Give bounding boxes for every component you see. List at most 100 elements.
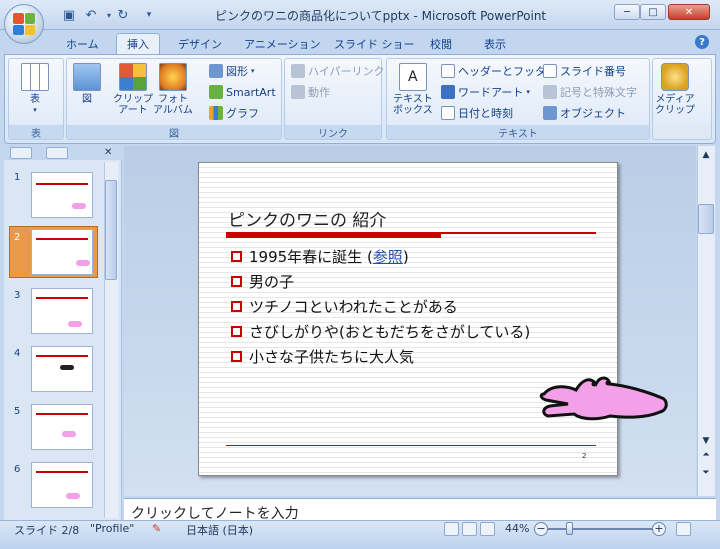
table-button[interactable]: 表 ▾ — [21, 63, 49, 116]
bullet-text: 男の子 — [249, 273, 295, 291]
photo-album-icon — [158, 63, 187, 91]
fit-to-window-button[interactable] — [676, 522, 691, 536]
shapes-button[interactable]: 図形 ▾ — [209, 61, 255, 81]
bullet-box-icon — [231, 326, 242, 337]
smartart-button[interactable]: SmartArt — [209, 82, 276, 102]
slide-thumbnail-6[interactable] — [31, 462, 93, 508]
office-button[interactable] — [4, 4, 44, 44]
outline-tab[interactable] — [46, 147, 68, 159]
slide-thumbnail-4[interactable] — [31, 346, 93, 392]
minimize-button[interactable]: ─ — [614, 4, 640, 20]
picture-button[interactable]: 図 — [73, 63, 101, 105]
slide-page-number: 2 — [582, 452, 587, 460]
tab-slideshow[interactable]: スライド ショー — [324, 33, 425, 54]
shapes-icon — [209, 64, 223, 78]
datetime-label: 日付と時刻 — [458, 107, 513, 120]
thumbnail-number: 5 — [14, 406, 21, 417]
spellcheck-icon[interactable]: ✎ — [152, 522, 161, 535]
photo-album-label-1: フォト — [157, 94, 188, 105]
text-group-label: テキスト — [387, 125, 649, 140]
table-icon — [21, 63, 49, 91]
bullet-box-icon — [231, 351, 242, 362]
language-indicator[interactable]: 日本語 (日本) — [186, 522, 253, 538]
clipart-label-1: クリップ — [113, 94, 153, 105]
slide-thumbnail-3[interactable] — [31, 288, 93, 334]
thumbnail-scrollbar-thumb[interactable] — [105, 180, 117, 280]
link-group: ハイパーリンク 動作 リンク — [284, 58, 385, 140]
tab-home[interactable]: ホーム — [56, 33, 109, 54]
table-button-label: 表 — [30, 94, 40, 105]
header-footer-button[interactable]: ヘッダーとフッター — [441, 61, 557, 81]
bullet-item[interactable]: ツチノコといわれたことがある — [231, 296, 458, 317]
hyperlink-label: ハイパーリンク — [308, 65, 385, 78]
bullet-item[interactable]: 小さな子供たちに大人気 — [231, 346, 414, 367]
table-group: 表 ▾ 表 — [8, 58, 64, 140]
zoom-in-button[interactable]: + — [652, 522, 666, 536]
hyperlink-icon — [291, 64, 305, 78]
tab-view[interactable]: 表示 — [474, 33, 516, 54]
slides-tab[interactable] — [10, 147, 32, 159]
action-label: 動作 — [308, 86, 330, 99]
zoom-slider-thumb[interactable] — [566, 522, 573, 535]
photo-album-button[interactable]: フォト アルバム — [153, 63, 193, 116]
clipart-button[interactable]: クリップ アート — [113, 63, 153, 116]
close-panel-icon[interactable]: ✕ — [104, 147, 112, 158]
help-icon[interactable]: ? — [695, 35, 709, 49]
close-button[interactable]: ✕ — [668, 4, 710, 20]
clipart-icon — [119, 63, 147, 91]
datetime-button[interactable]: 日付と時刻 — [441, 103, 513, 123]
symbol-label: 記号と特殊文字 — [560, 86, 637, 99]
link-group-label: リンク — [285, 125, 381, 140]
customize-toolbar-icon[interactable]: ▾ — [140, 6, 158, 24]
illustration-group-label: 図 — [67, 125, 281, 140]
zoom-slider[interactable] — [548, 528, 658, 530]
thumbnail-number: 3 — [14, 290, 21, 301]
window-title: ピンクのワニの商品化についてpptx - Microsoft PowerPoin… — [215, 9, 547, 23]
symbol-button[interactable]: 記号と特殊文字 — [543, 82, 637, 102]
pink-crocodile-image[interactable] — [538, 370, 672, 426]
picture-label: 図 — [82, 94, 92, 105]
scroll-up-icon[interactable]: ▲ — [698, 148, 714, 162]
slide-thumbnail-2[interactable] — [31, 229, 93, 275]
scroll-down-icon[interactable]: ▼ — [698, 434, 714, 448]
bullet-text: さびしがりや(おともだちをさがしている) — [249, 323, 531, 341]
wordart-button[interactable]: ワードアート ▾ — [441, 82, 530, 102]
tab-design[interactable]: デザイン — [168, 33, 232, 54]
text-group: A テキスト ボックス ヘッダーとフッター ワードアート ▾ 日付と時刻 スライド… — [386, 58, 650, 140]
slide-title[interactable]: ピンクのワニの 紹介 — [228, 206, 386, 231]
table-group-label: 表 — [9, 125, 63, 140]
slide-sorter-view-button[interactable] — [462, 522, 477, 536]
previous-slide-icon[interactable]: ⏶ — [698, 448, 714, 462]
object-button[interactable]: オブジェクト — [543, 103, 626, 123]
media-clip-button[interactable]: メディア クリップ — [655, 63, 695, 116]
zoom-out-button[interactable]: − — [534, 522, 548, 536]
normal-view-button[interactable] — [444, 522, 459, 536]
slide-thumbnail-5[interactable] — [31, 404, 93, 450]
chart-button[interactable]: グラフ — [209, 103, 259, 123]
zoom-level[interactable]: 44% — [505, 522, 529, 535]
hyperlink-button[interactable]: ハイパーリンク — [291, 61, 385, 81]
slide-thumbnail-1[interactable] — [31, 172, 93, 218]
tab-insert[interactable]: 挿入 — [116, 33, 160, 54]
redo-icon[interactable]: ↻ — [114, 6, 132, 24]
save-icon[interactable]: ▣ — [60, 6, 78, 24]
maximize-button[interactable]: □ — [640, 4, 666, 20]
bullet-item[interactable]: さびしがりや(おともだちをさがしている) — [231, 321, 530, 342]
footer-rule — [226, 445, 596, 446]
calendar-icon — [441, 106, 455, 120]
slide-number-button[interactable]: スライド番号 — [543, 61, 626, 81]
tab-review[interactable]: 校閲 — [420, 33, 462, 54]
textbox-label-2: ボックス — [393, 105, 433, 116]
wordart-label: ワードアート — [458, 86, 524, 99]
textbox-button[interactable]: A テキスト ボックス — [393, 63, 433, 116]
reference-link[interactable]: 参照 — [373, 246, 403, 267]
bullet-item[interactable]: 1995年春に誕生 (参照) — [231, 246, 409, 267]
slide-scrollbar-thumb[interactable] — [698, 204, 714, 234]
bullet-item[interactable]: 男の子 — [231, 271, 294, 292]
undo-icon[interactable]: ↶ — [82, 6, 100, 24]
slideshow-view-button[interactable] — [480, 522, 495, 536]
next-slide-icon[interactable]: ⏷ — [698, 466, 714, 480]
media-label-2: クリップ — [655, 105, 695, 116]
tab-animation[interactable]: アニメーション — [234, 33, 331, 54]
action-button[interactable]: 動作 — [291, 82, 330, 102]
